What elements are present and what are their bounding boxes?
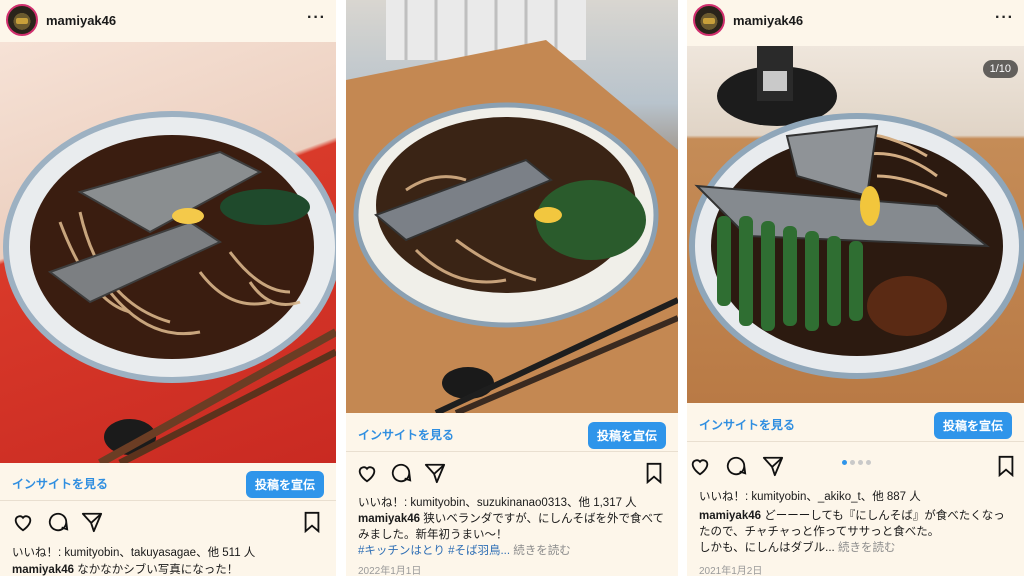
soba-photo-illustration — [3, 111, 336, 463]
carousel-dot — [866, 460, 871, 465]
caption: mamiyak46 狭いベランダですが、にしんそばを外で食べてみました。新年初う… — [358, 511, 670, 559]
comment-icon[interactable] — [725, 455, 747, 477]
insight-bar: インサイトを見る 投稿を宣伝 — [0, 465, 336, 501]
post-photo[interactable]: 1/10 — [687, 46, 1024, 403]
view-insights-link[interactable]: インサイトを見る — [699, 416, 795, 433]
post-panel-2: インサイトを見る 投稿を宣伝 いいね！: kumityobin、suzukina… — [346, 0, 678, 576]
bookmark-icon[interactable] — [996, 455, 1016, 477]
action-bar — [0, 511, 336, 543]
avatar[interactable] — [693, 4, 725, 36]
post-panel-1: mamiyak46 ··· インサイトを見る 投稿を宣伝 いいね！: kumit… — [0, 0, 336, 576]
soba-photo-illustration — [346, 0, 678, 413]
bookmark-icon[interactable] — [302, 511, 322, 533]
view-insights-link[interactable]: インサイトを見る — [358, 426, 454, 443]
post-photo[interactable] — [0, 42, 336, 463]
heart-icon[interactable] — [689, 455, 711, 477]
carousel-dot — [842, 460, 847, 465]
promote-post-button[interactable]: 投稿を宣伝 — [245, 471, 324, 498]
read-more-link[interactable]: 続きを読む — [510, 545, 571, 557]
carousel-dot — [858, 460, 863, 465]
caption-continued: しかも、にしんはダブル... — [699, 542, 835, 554]
more-icon[interactable]: ··· — [995, 9, 1014, 27]
soba-photo-illustration — [689, 46, 1024, 379]
caption-hashtags[interactable]: #キッチンはとり #そば羽鳥... — [358, 545, 510, 557]
bookmark-icon[interactable] — [644, 462, 664, 484]
post-date: 2022年1月1日 — [358, 566, 422, 576]
send-icon[interactable] — [762, 455, 784, 477]
likes-text[interactable]: いいね！: kumityobin、takuyasagae、他 511 人 — [12, 544, 255, 560]
more-icon[interactable]: ··· — [307, 9, 326, 27]
caption: mamiyak46 なかなかシブい写真になった！ — [12, 562, 328, 576]
view-insights-link[interactable]: インサイトを見る — [12, 475, 108, 492]
insight-bar: インサイトを見る 投稿を宣伝 — [687, 406, 1024, 442]
heart-icon[interactable] — [12, 511, 34, 533]
post-photo[interactable] — [346, 0, 678, 413]
send-icon[interactable] — [424, 462, 446, 484]
caption-text: なかなかシブい写真になった！ — [74, 564, 239, 576]
avatar[interactable] — [6, 4, 38, 36]
likes-text[interactable]: いいね！: kumityobin、suzukinanao0313、他 1,317… — [358, 494, 637, 510]
post-header: mamiyak46 ··· — [687, 0, 1024, 40]
comment-icon[interactable] — [390, 462, 412, 484]
caption-username[interactable]: mamiyak46 — [358, 513, 420, 525]
likes-text[interactable]: いいね！: kumityobin、_akiko_t、他 887 人 — [699, 488, 921, 504]
caption: mamiyak46 どーーーしても『にしんそば』が食べたくなったので、チャチャっ… — [699, 508, 1016, 556]
username[interactable]: mamiyak46 — [46, 13, 116, 28]
heart-icon[interactable] — [356, 462, 378, 484]
carousel-counter: 1/10 — [982, 60, 1018, 78]
promote-post-button[interactable]: 投稿を宣伝 — [933, 412, 1012, 439]
carousel-dot — [850, 460, 855, 465]
carousel-dots — [842, 460, 871, 465]
username[interactable]: mamiyak46 — [733, 13, 803, 28]
post-panel-3: mamiyak46 ··· 1/10 インサイトを見る 投稿を宣伝 いいね！: … — [687, 0, 1024, 576]
caption-username[interactable]: mamiyak46 — [12, 564, 74, 576]
post-date: 2021年1月2日 — [699, 566, 763, 576]
comment-icon[interactable] — [47, 511, 69, 533]
insight-bar: インサイトを見る 投稿を宣伝 — [346, 416, 678, 452]
action-bar — [346, 462, 678, 494]
caption-username[interactable]: mamiyak46 — [699, 510, 761, 522]
read-more-link[interactable]: 続きを読む — [835, 542, 896, 554]
promote-post-button[interactable]: 投稿を宣伝 — [587, 422, 666, 449]
post-header: mamiyak46 ··· — [0, 0, 336, 40]
send-icon[interactable] — [81, 511, 103, 533]
